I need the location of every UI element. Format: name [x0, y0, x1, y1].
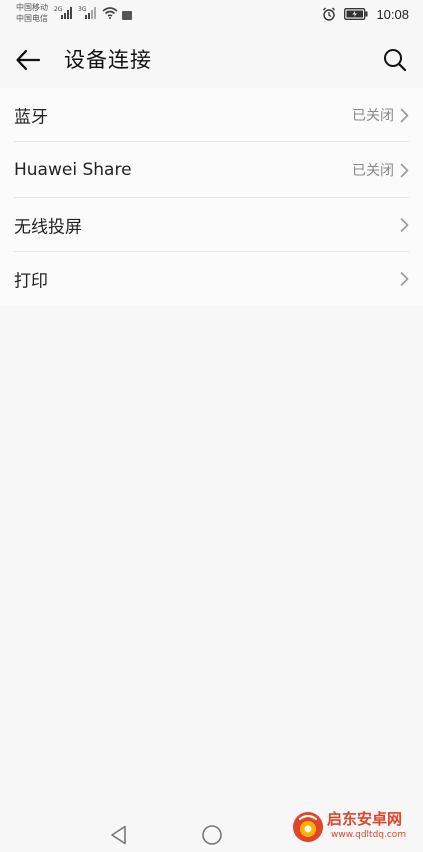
list-item-huawei-share[interactable]: Huawei Share 已关闭 — [0, 142, 423, 198]
chevron-right-icon — [400, 218, 409, 232]
back-button[interactable] — [12, 44, 44, 76]
chevron-right-icon — [400, 272, 409, 286]
search-icon — [384, 49, 407, 72]
watermark-url: www.qdltdq.com — [331, 830, 407, 840]
list-item-bluetooth[interactable]: 蓝牙 已关闭 — [0, 88, 423, 142]
signal-icon — [61, 7, 72, 19]
signal-icon — [85, 7, 96, 19]
home-circle-icon[interactable] — [201, 824, 223, 846]
wifi-icon — [102, 7, 118, 19]
list-item-label: 无线投屏 — [14, 217, 82, 238]
clock: 10:08 — [376, 6, 409, 22]
watermark-logo — [293, 812, 323, 842]
alarm-icon — [323, 7, 336, 21]
carrier-name-2: 中国电信 — [16, 14, 48, 23]
watermark: 启东安卓网 www.qdltdq.com — [291, 806, 419, 848]
search-button[interactable] — [379, 44, 411, 76]
app-header: 设备连接 — [0, 30, 423, 88]
carrier-info: 中国移动 中国电信 — [16, 2, 48, 24]
status-bar: 中国移动 中国电信 2G 3G 10:08 — [0, 0, 423, 28]
battery-icon — [344, 8, 368, 20]
status-right-group: 10:08 — [322, 6, 409, 22]
list-item-label: 蓝牙 — [14, 107, 48, 128]
back-triangle-icon[interactable] — [108, 824, 130, 846]
settings-list: 蓝牙 已关闭 Huawei Share 已关闭 无线投屏 打印 — [0, 88, 423, 306]
list-item-label: Huawei Share — [14, 160, 132, 180]
list-item-wireless-projection[interactable]: 无线投屏 — [0, 198, 423, 252]
arrow-left-icon — [16, 49, 41, 71]
list-item-print[interactable]: 打印 — [0, 252, 423, 306]
watermark-name: 启东安卓网 — [327, 810, 403, 828]
chevron-right-icon — [400, 108, 409, 122]
list-item-label: 打印 — [14, 271, 48, 292]
status-text: 已关闭 — [352, 163, 394, 179]
chevron-right-icon — [400, 163, 409, 177]
carrier-name-1: 中国移动 — [16, 3, 48, 12]
notification-icon — [122, 11, 132, 20]
page-title: 设备连接 — [64, 48, 152, 72]
status-text: 已关闭 — [352, 108, 394, 124]
